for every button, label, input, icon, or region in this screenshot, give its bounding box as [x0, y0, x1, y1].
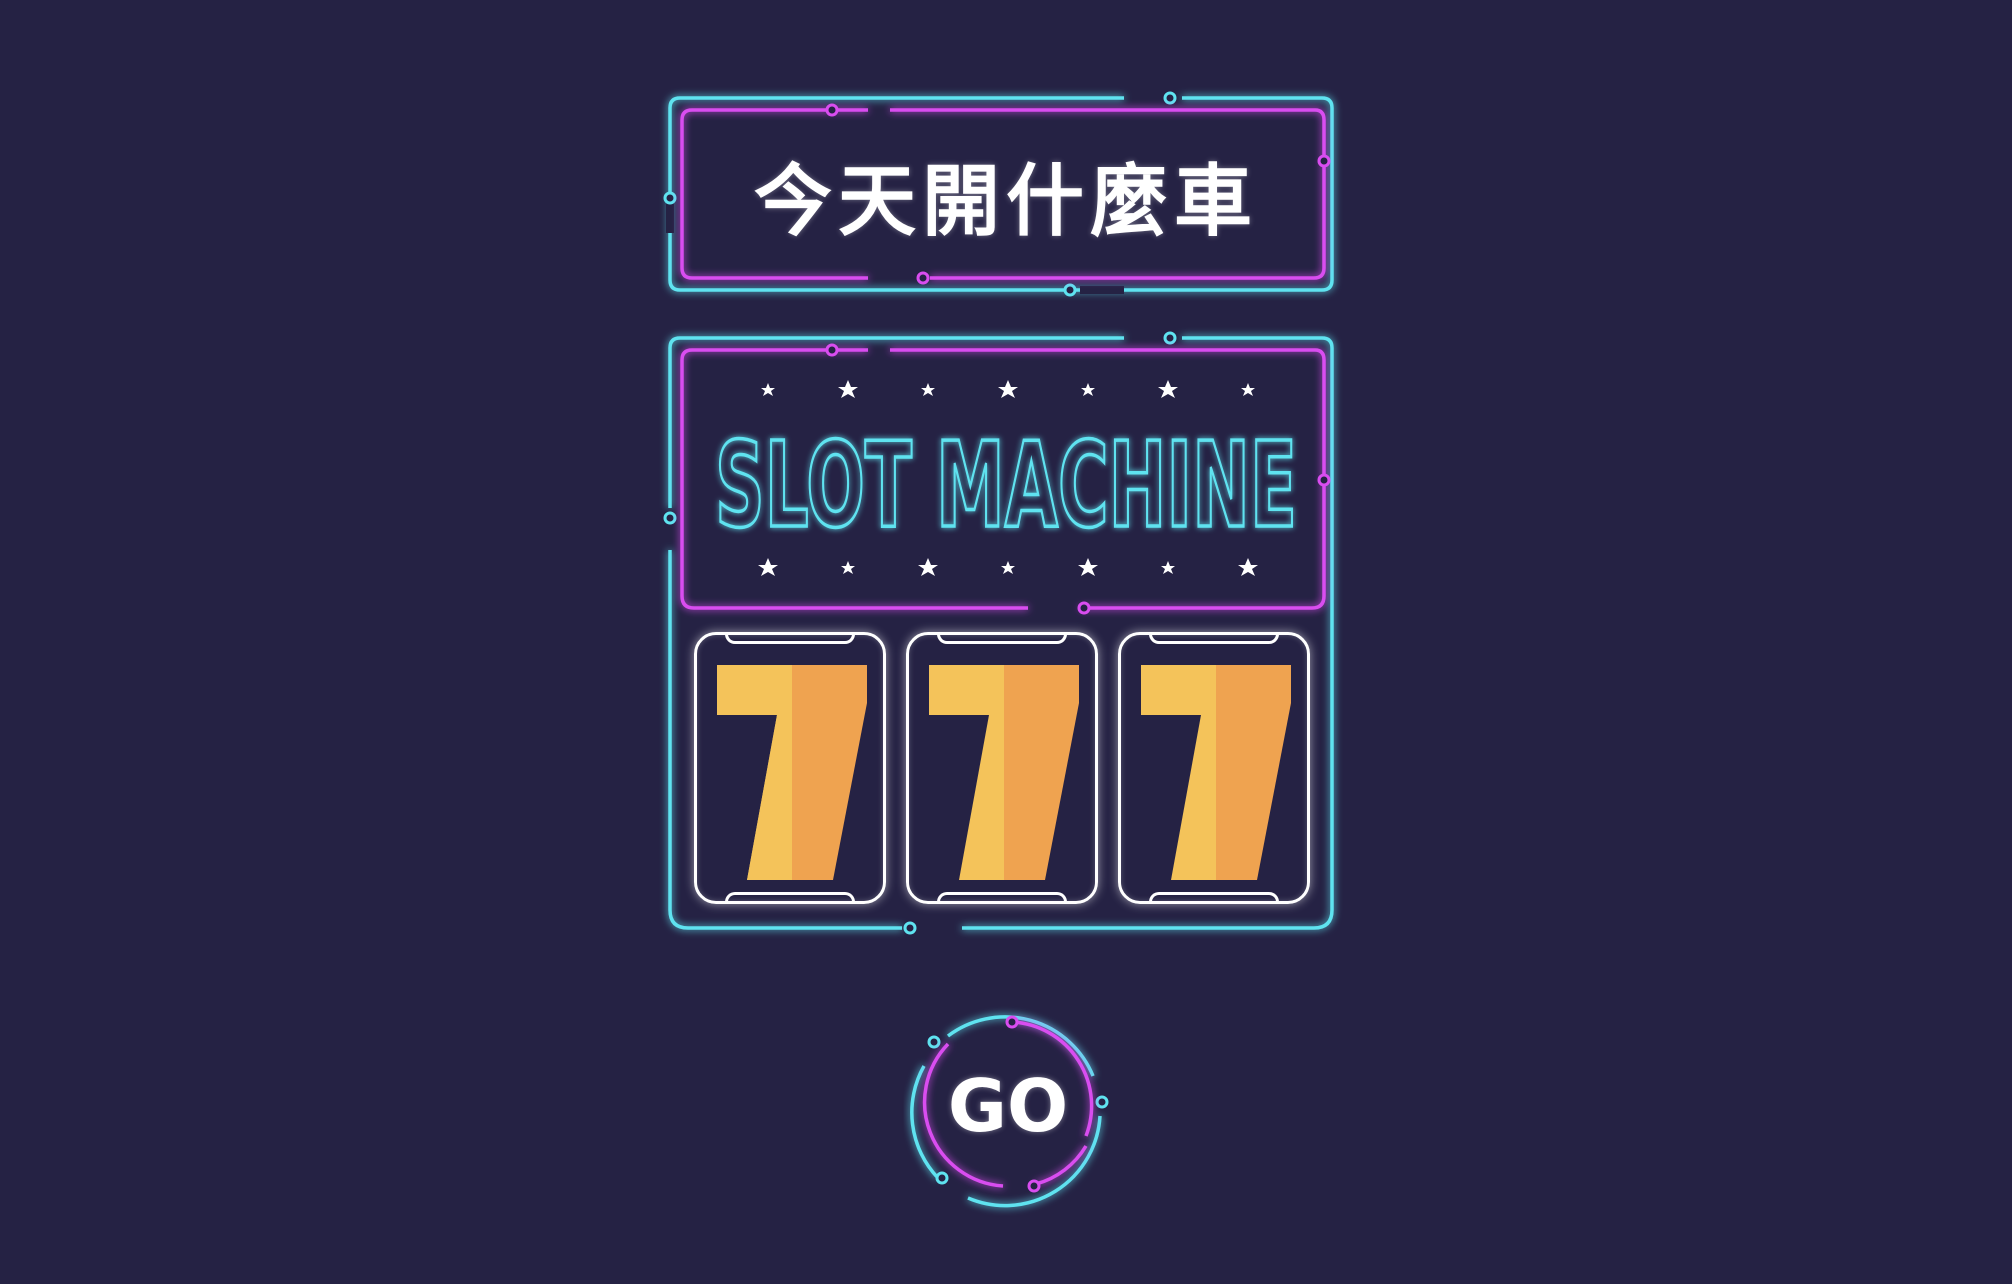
reel-notch [725, 892, 855, 904]
reel-3 [1118, 632, 1310, 904]
slot-machine-heading-text: SLOT MACHINE [715, 416, 1297, 548]
go-button[interactable]: GO [908, 1006, 1109, 1208]
seven-symbol-icon [717, 665, 867, 880]
slot-machine-screen: 今天開什麼車 SLOT MACHINE GO [0, 0, 2012, 1284]
slot-machine-heading: SLOT MACHINE [713, 414, 1299, 548]
reel-notch [1149, 892, 1279, 904]
reel-1 [694, 632, 886, 904]
seven-symbol-icon [929, 665, 1079, 880]
reel-notch [725, 632, 855, 644]
seven-symbol-icon [1141, 665, 1291, 880]
reel-notch [937, 632, 1067, 644]
reel-notch [937, 892, 1067, 904]
page-title: 今天開什麼車 [753, 157, 1258, 247]
star-icon [758, 558, 1258, 576]
star-icon [761, 380, 1255, 398]
stars-bottom-row [758, 558, 1258, 576]
go-button-label: GO [947, 1064, 1069, 1148]
reel-2 [906, 632, 1098, 904]
stars-top-row [761, 380, 1255, 398]
reel-notch [1149, 632, 1279, 644]
